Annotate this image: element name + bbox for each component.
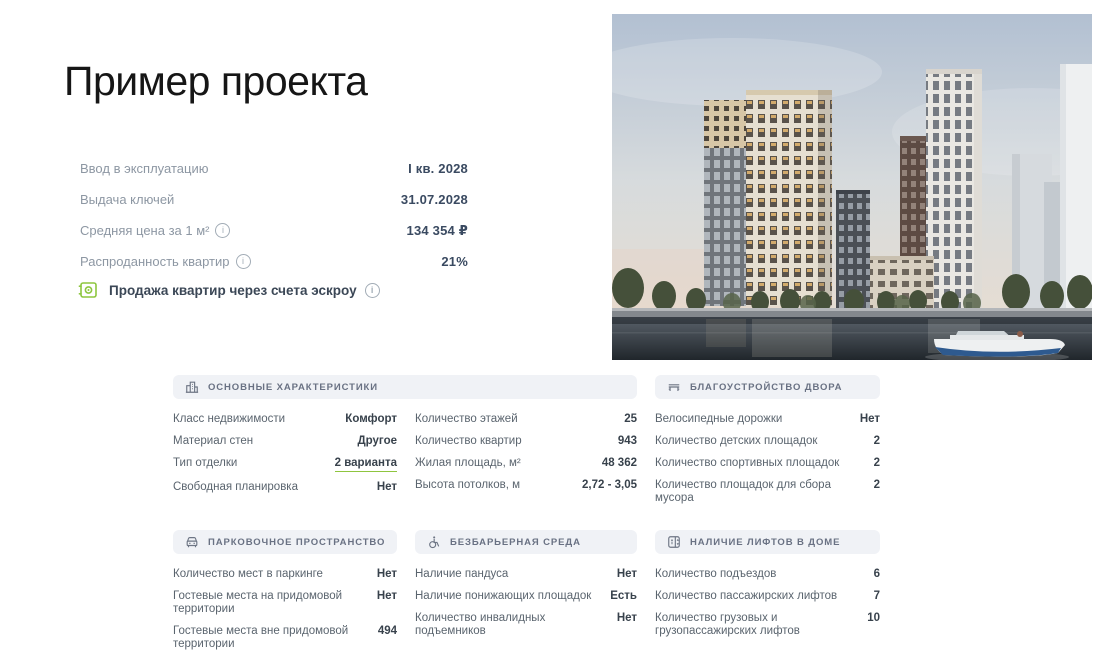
characteristics-sections: ОСНОВНЫЕ ХАРАКТЕРИСТИКИ БЛАГОУСТРОЙСТВО …	[173, 375, 883, 660]
section-title: ОСНОВНЫЕ ХАРАКТЕРИСТИКИ	[208, 382, 378, 393]
fact-row-avg-price: Средняя цена за 1 м² i 134 354 ₽	[80, 222, 468, 239]
accessibility-rows: Наличие пандуса Нет Наличие понижающих п…	[415, 568, 637, 660]
section-header-parking: ПАРКОВОЧНОЕ ПРОСТРАНСТВО	[173, 530, 397, 554]
car-icon	[185, 535, 199, 549]
section-title: НАЛИЧИЕ ЛИФТОВ В ДОМЕ	[690, 537, 840, 548]
fact-row-sold-percent: Распроданность квартир i 21%	[80, 253, 468, 270]
table-row: Количество пассажирских лифтов 7	[655, 590, 880, 603]
table-row: Гостевые места на придомовой территории …	[173, 590, 397, 616]
fact-value: I кв. 2028	[408, 161, 468, 176]
fact-row-keys: Выдача ключей 31.07.2028	[80, 191, 468, 208]
table-row: Количество этажей 25	[415, 413, 637, 426]
table-row: Наличие понижающих площадок Есть	[415, 590, 637, 603]
table-row: Жилая площадь, м² 48 362	[415, 457, 637, 470]
table-row: Количество площадок для сбора мусора 2	[655, 479, 880, 505]
section-title: ПАРКОВОЧНОЕ ПРОСТРАНСТВО	[208, 537, 385, 548]
summary-facts: Ввод в эксплуатацию I кв. 2028 Выдача кл…	[80, 160, 468, 284]
section-header-accessibility: БЕЗБАРЬЕРНАЯ СРЕДА	[415, 530, 637, 554]
fact-value: 31.07.2028	[401, 192, 468, 207]
elevators-rows: Количество подъездов 6 Количество пассаж…	[655, 568, 880, 660]
section-title: БЛАГОУСТРОЙСТВО ДВОРА	[690, 382, 842, 393]
bench-icon	[667, 380, 681, 394]
table-row: Гостевые места вне придомовой территории…	[173, 625, 397, 651]
info-icon[interactable]: i	[236, 254, 251, 269]
escrow-label: Продажа квартир через счета эскроу i	[109, 283, 380, 298]
wheelchair-icon	[427, 535, 441, 549]
fact-label: Средняя цена за 1 м² i	[80, 223, 230, 238]
table-row: Количество мест в паркинге Нет	[173, 568, 397, 581]
table-row: Количество спортивных площадок 2	[655, 457, 880, 470]
table-row: Количество инвалидных подъемников Нет	[415, 612, 637, 638]
finishing-options-link[interactable]: 2 варианта	[335, 457, 397, 472]
page-title: Пример проекта	[64, 58, 367, 105]
table-row: Высота потолков, м 2,72 - 3,05	[415, 479, 637, 492]
table-row: Наличие пандуса Нет	[415, 568, 637, 581]
escrow-row: Продажа квартир через счета эскроу i	[78, 281, 380, 300]
parking-rows: Количество мест в паркинге Нет Гостевые …	[173, 568, 397, 660]
fact-value: 21%	[441, 254, 468, 269]
info-icon[interactable]: i	[215, 223, 230, 238]
section-header-main: ОСНОВНЫЕ ХАРАКТЕРИСТИКИ	[173, 375, 637, 399]
section-header-yard: БЛАГОУСТРОЙСТВО ДВОРА	[655, 375, 880, 399]
section-title: БЕЗБАРЬЕРНАЯ СРЕДА	[450, 537, 581, 548]
fact-label: Выдача ключей	[80, 192, 174, 207]
fact-row-commissioning: Ввод в эксплуатацию I кв. 2028	[80, 160, 468, 177]
table-row: Количество грузовых и грузопассажирских …	[655, 612, 880, 638]
fact-value: 134 354 ₽	[407, 223, 468, 239]
fact-label: Распроданность квартир i	[80, 254, 251, 269]
safe-icon	[78, 281, 98, 300]
table-row: Количество квартир 943	[415, 435, 637, 448]
main-characteristics-col2: Количество этажей 25 Количество квартир …	[415, 413, 637, 514]
table-row: Материал стен Другое	[173, 435, 397, 448]
yard-rows: Велосипедные дорожки Нет Количество детс…	[655, 413, 880, 514]
table-row: Свободная планировка Нет	[173, 481, 397, 494]
table-row: Количество детских площадок 2	[655, 435, 880, 448]
section-header-elevators: НАЛИЧИЕ ЛИФТОВ В ДОМЕ	[655, 530, 880, 554]
fact-label: Ввод в эксплуатацию	[80, 161, 208, 176]
table-row: Класс недвижимости Комфорт	[173, 413, 397, 426]
info-icon[interactable]: i	[365, 283, 380, 298]
table-row: Велосипедные дорожки Нет	[655, 413, 880, 426]
main-characteristics-col1: Класс недвижимости Комфорт Материал стен…	[173, 413, 397, 514]
elevator-icon	[667, 535, 681, 549]
table-row: Количество подъездов 6	[655, 568, 880, 581]
table-row: Тип отделки 2 варианта	[173, 457, 397, 472]
project-render-image	[612, 14, 1092, 360]
city-buildings-icon	[185, 380, 199, 394]
